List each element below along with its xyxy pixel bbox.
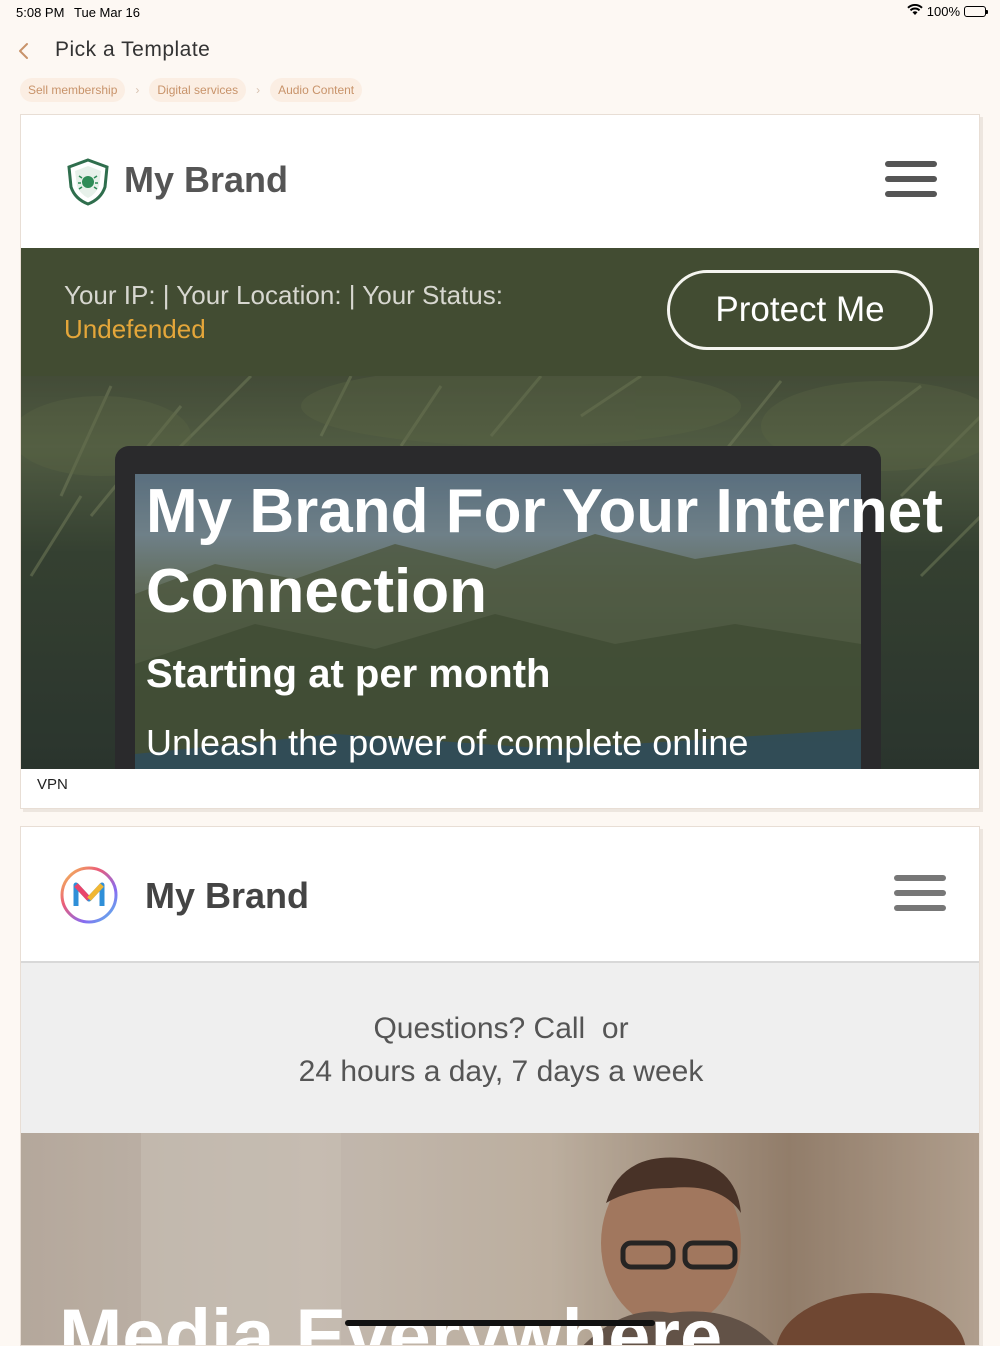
brand-name: My Brand [124, 159, 289, 200]
chevron-right-icon: › [135, 83, 140, 97]
vpn-status-text: Your IP: | Your Location: | Your Status:… [64, 278, 503, 346]
battery-icon [964, 6, 988, 17]
chevron-right-icon: › [256, 83, 261, 97]
hamburger-menu-icon [894, 875, 946, 913]
hero-description: Unleash the power of complete online [146, 722, 749, 763]
battery-percent: 100% [926, 4, 960, 19]
template-preview-header: My Brand [21, 115, 979, 249]
chevron-left-icon [14, 43, 40, 68]
hero-title: My Brand For Your Internet Connection [146, 477, 943, 626]
nav-header: Pick a Template [0, 30, 1000, 74]
template-preview-header: My Brand [21, 827, 979, 963]
status-time: 5:08 PM [16, 5, 65, 20]
hero-subtitle: Starting at per month [146, 652, 551, 696]
template-caption: VPN [37, 776, 68, 793]
contact-info-line: Questions? Call or [373, 1012, 629, 1045]
wifi-icon [907, 3, 923, 19]
status-date: Tue Mar 16 [74, 5, 140, 20]
contact-info-bar: Questions? Call or 24 hours a day, 7 day… [21, 963, 979, 1133]
status-bar: 5:08 PM Tue Mar 16 100% [0, 0, 1000, 24]
back-button[interactable] [14, 38, 40, 64]
vpn-status-value: Undefended [64, 314, 206, 344]
template-card-media[interactable]: My Brand Questions? Call or 24 hours a d… [20, 826, 980, 1346]
breadcrumb-item-digital-services[interactable]: Digital services [149, 78, 247, 102]
hero-image: My Brand For Your Internet Connection St… [21, 376, 979, 769]
shield-bug-logo-icon [65, 157, 111, 207]
breadcrumb: Sell membership › Digital services › Aud… [20, 78, 363, 102]
contact-hours-line: 24 hours a day, 7 days a week [298, 1055, 704, 1088]
m-logo-icon [59, 865, 119, 925]
brand-name: My Brand [145, 875, 310, 916]
template-card-vpn[interactable]: My Brand Your IP: | Your Location: | You… [20, 114, 980, 809]
vpn-status-line: Your IP: | Your Location: | Your Status: [64, 280, 503, 310]
status-indicators: 100% [907, 3, 988, 19]
home-indicator[interactable] [345, 1320, 655, 1326]
hero-image: Media Everywhere [21, 1133, 979, 1345]
protect-me-button: Protect Me [667, 270, 933, 350]
contact-info-text: Questions? Call or 24 hours a day, 7 day… [21, 1007, 979, 1093]
page-title: Pick a Template [55, 38, 211, 61]
hamburger-menu-icon [885, 161, 937, 199]
breadcrumb-item-audio-content[interactable]: Audio Content [270, 78, 363, 102]
vpn-status-bar: Your IP: | Your Location: | Your Status:… [21, 248, 979, 376]
breadcrumb-item-sell-membership[interactable]: Sell membership [20, 78, 126, 102]
